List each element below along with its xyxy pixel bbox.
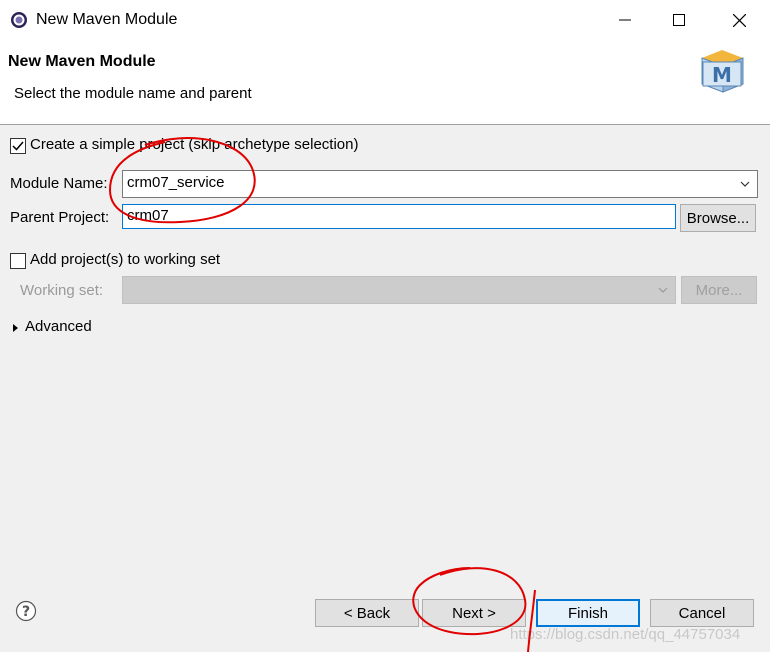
minimize-icon xyxy=(619,19,631,21)
svg-text:?: ? xyxy=(22,604,30,620)
eclipse-app-icon xyxy=(11,12,27,28)
expand-arrow-icon[interactable] xyxy=(12,323,20,333)
browse-button[interactable]: Browse... xyxy=(680,204,756,232)
simple-project-checkbox[interactable] xyxy=(10,138,26,154)
working-set-checkbox-label[interactable]: Add project(s) to working set xyxy=(30,251,220,268)
module-name-combo[interactable]: crm07_service xyxy=(122,170,758,198)
next-button[interactable]: Next > xyxy=(422,599,526,627)
finish-button[interactable]: Finish xyxy=(536,599,640,627)
working-set-checkbox[interactable] xyxy=(10,253,26,269)
simple-project-label[interactable]: Create a simple project (skip archetype … xyxy=(30,136,358,153)
module-name-label: Module Name: xyxy=(10,175,108,192)
checkmark-icon xyxy=(12,141,24,151)
maven-logo-icon: M xyxy=(701,50,744,93)
watermark-text: https://blog.csdn.net/qq_44757034 xyxy=(510,626,741,643)
close-icon xyxy=(732,13,746,27)
more-button[interactable]: More... xyxy=(681,276,757,304)
working-set-label: Working set: xyxy=(20,282,104,299)
window-title: New Maven Module xyxy=(36,11,178,28)
advanced-section-toggle[interactable]: Advanced xyxy=(25,318,92,335)
help-icon[interactable]: ? xyxy=(15,600,37,622)
maximize-icon xyxy=(673,14,685,26)
parent-project-value[interactable]: crm07 xyxy=(127,207,169,224)
parent-project-field[interactable]: crm07 xyxy=(122,204,676,229)
working-set-combo[interactable] xyxy=(122,276,676,304)
back-button[interactable]: < Back xyxy=(315,599,419,627)
wizard-header: New Maven Module Select the module name … xyxy=(0,40,770,125)
module-name-value[interactable]: crm07_service xyxy=(127,174,225,191)
header-description: Select the module name and parent xyxy=(14,85,252,102)
header-title: New Maven Module xyxy=(8,53,156,70)
chevron-down-icon[interactable] xyxy=(739,178,751,190)
parent-project-label: Parent Project: xyxy=(10,209,110,226)
svg-text:M: M xyxy=(712,63,732,87)
minimize-button[interactable] xyxy=(596,0,654,40)
window-titlebar: New Maven Module xyxy=(0,0,770,41)
close-button[interactable] xyxy=(710,0,768,40)
chevron-down-icon xyxy=(658,287,668,293)
maximize-button[interactable] xyxy=(650,0,708,40)
cancel-button[interactable]: Cancel xyxy=(650,599,754,627)
